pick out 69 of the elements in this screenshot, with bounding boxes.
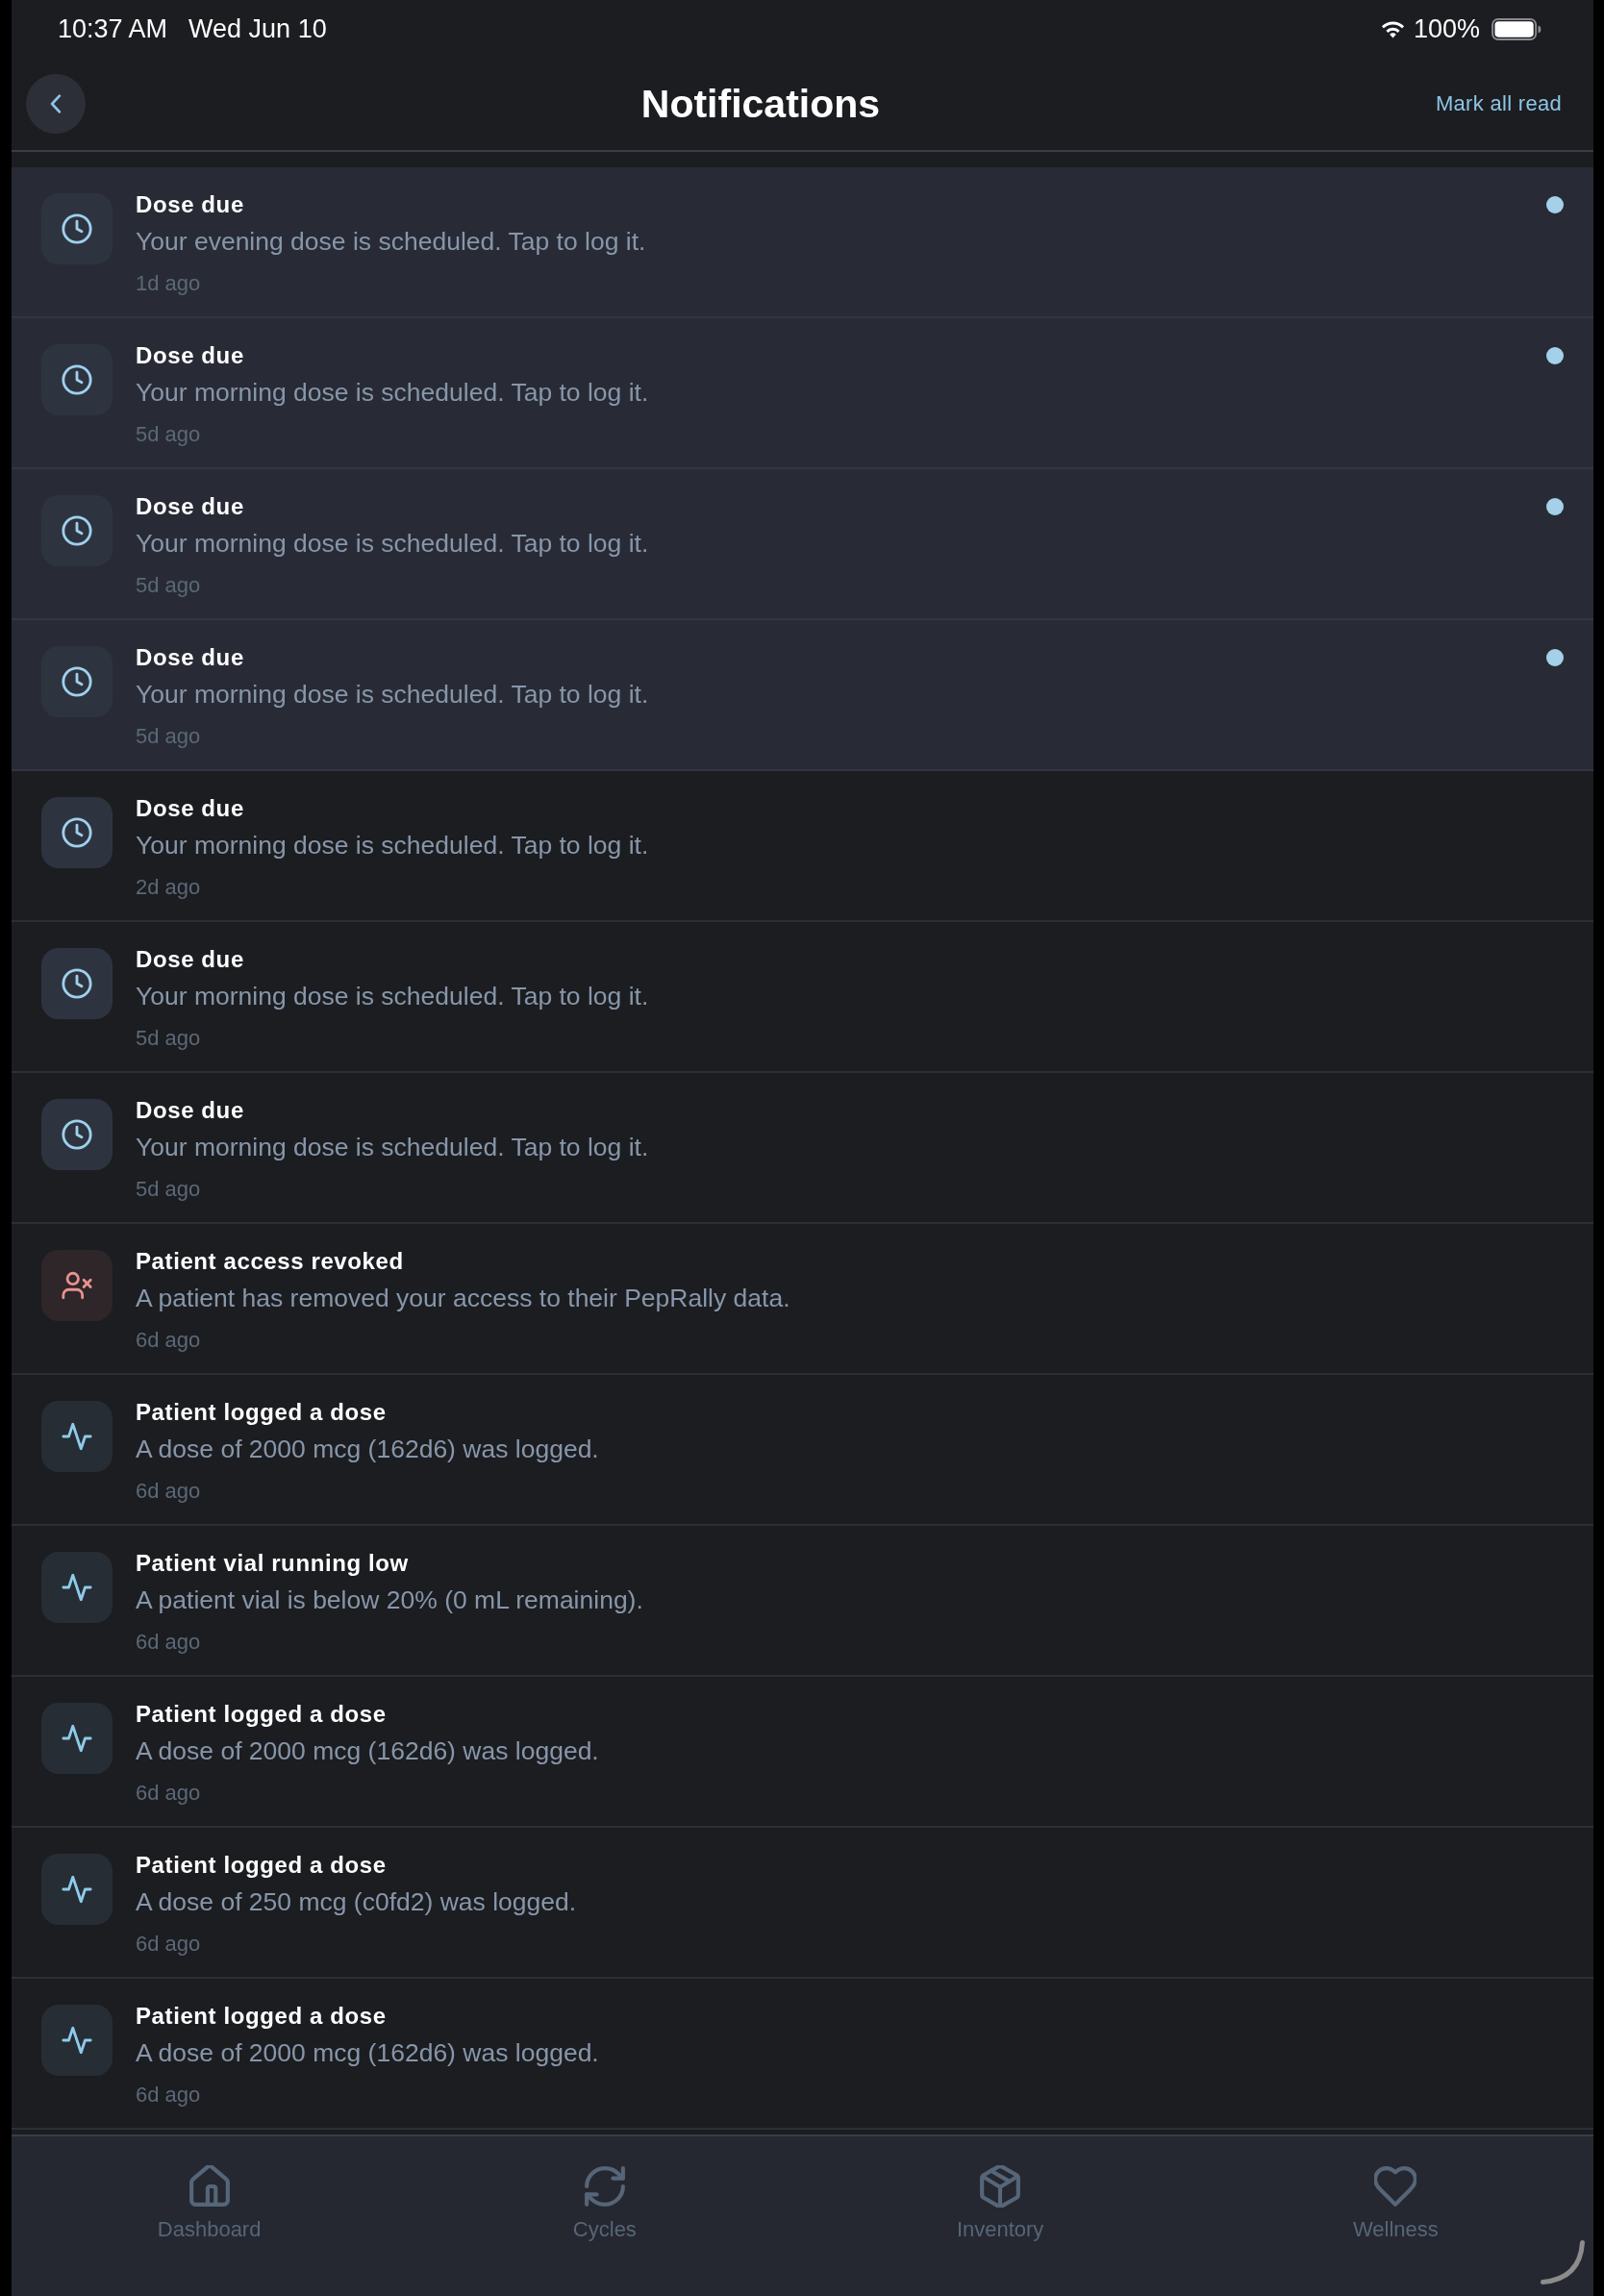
activity-pulse-icon	[41, 1703, 113, 1774]
corner-arc-icon	[1541, 2240, 1585, 2284]
activity-pulse-icon	[41, 1552, 113, 1623]
notification-time: 2d ago	[136, 874, 201, 901]
notification-message: A dose of 2000 mcg (162d6) was logged.	[136, 1735, 599, 1767]
notification-item[interactable]: Dose due Your morning dose is scheduled. Tap to log it. 5d ago	[12, 620, 1593, 771]
notification-message: Your morning dose is scheduled. Tap to log it.	[136, 679, 649, 711]
notification-time: 6d ago	[136, 2082, 201, 2109]
notification-time: 6d ago	[136, 1931, 201, 1958]
notification-message: Your morning dose is scheduled. Tap to log it.	[136, 1132, 649, 1163]
notification-title: Patient access revoked	[136, 1247, 404, 1276]
clock-icon	[41, 1099, 113, 1170]
box-icon	[979, 2165, 1022, 2208]
notification-item[interactable]: Dose due Your evening dose is scheduled. Tap to log it. 1d ago	[12, 167, 1593, 318]
notification-message: A dose of 250 mcg (c0fd2) was logged.	[136, 1886, 577, 1918]
notification-item[interactable]: Dose due Your morning dose is scheduled. Tap to log it. 5d ago	[12, 469, 1593, 620]
notification-title: Dose due	[136, 492, 244, 521]
activity-pulse-icon	[41, 1854, 113, 1925]
status-date: Wed Jun 10	[188, 13, 327, 44]
notification-time: 5d ago	[136, 1025, 201, 1052]
notification-time: 5d ago	[136, 1176, 201, 1203]
notification-message: Your morning dose is scheduled. Tap to log it.	[136, 528, 649, 560]
notification-message: Your morning dose is scheduled. Tap to log it.	[136, 830, 649, 861]
status-time: 10:37 AM	[58, 13, 168, 44]
mark-all-read-link[interactable]: Mark all read	[1435, 91, 1562, 116]
notification-message: A patient vial is below 20% (0 mL remaining).	[136, 1585, 643, 1616]
notification-title: Patient logged a dose	[136, 2002, 387, 2031]
clock-icon	[41, 646, 113, 717]
battery-percent: 100%	[1413, 13, 1480, 44]
chevron-left-icon	[50, 94, 62, 113]
notification-title: Dose due	[136, 341, 244, 370]
clock-icon	[41, 344, 113, 415]
notification-time: 5d ago	[136, 572, 201, 599]
notification-time: 5d ago	[136, 421, 201, 448]
page-title: Notifications	[639, 81, 882, 127]
notification-time: 1d ago	[136, 270, 201, 297]
notification-title: Dose due	[136, 945, 244, 974]
refresh-icon	[583, 2165, 626, 2208]
notification-time: 6d ago	[136, 1629, 201, 1656]
activity-pulse-icon	[41, 1401, 113, 1472]
clock-icon	[41, 948, 113, 1019]
notification-item[interactable]: Dose due Your morning dose is scheduled. Tap to log it. 5d ago	[12, 318, 1593, 469]
activity-pulse-icon	[41, 2005, 113, 2076]
notification-title: Patient vial running low	[136, 1549, 409, 1578]
notification-time: 6d ago	[136, 1327, 201, 1354]
notification-time: 6d ago	[136, 1780, 201, 1807]
notification-time: 5d ago	[136, 723, 201, 750]
notification-title: Patient logged a dose	[136, 1398, 387, 1427]
house-icon	[188, 2165, 231, 2208]
notification-message: A dose of 2000 mcg (162d6) was logged.	[136, 1434, 599, 1465]
notification-title: Patient logged a dose	[136, 1700, 387, 1729]
notification-time: 6d ago	[136, 1478, 201, 1505]
notification-message: A dose of 2000 mcg (162d6) was logged.	[136, 2037, 599, 2069]
notification-title: Dose due	[136, 643, 244, 672]
notification-message: Your evening dose is scheduled. Tap to log it.	[136, 226, 646, 258]
wifi-icon	[1379, 19, 1406, 38]
notification-message: Your morning dose is scheduled. Tap to log it.	[136, 377, 649, 409]
battery-icon	[1491, 17, 1541, 40]
clock-icon	[41, 797, 113, 868]
notification-message: A patient has removed your access to their PepRally data.	[136, 1283, 790, 1314]
notification-message: Your morning dose is scheduled. Tap to log it.	[136, 981, 649, 1012]
clock-icon	[41, 193, 113, 264]
heart-icon	[1374, 2165, 1417, 2208]
notification-title: Dose due	[136, 190, 244, 219]
notification-title: Dose due	[136, 794, 244, 823]
user-x-icon	[41, 1250, 113, 1321]
clock-icon	[41, 495, 113, 566]
notification-title: Dose due	[136, 1096, 244, 1125]
notification-title: Patient logged a dose	[136, 1851, 387, 1880]
